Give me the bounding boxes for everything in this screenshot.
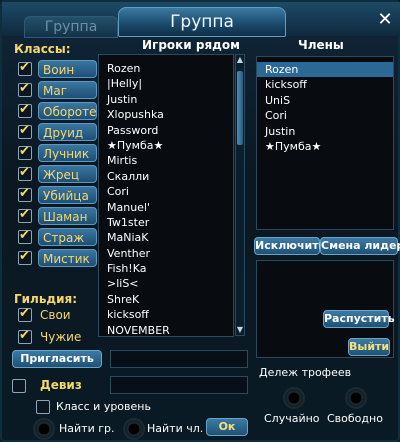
members-header: Члены <box>298 38 344 52</box>
class-checkbox[interactable] <box>18 228 32 244</box>
nearby-player-item[interactable]: Mirtis <box>99 153 233 168</box>
nearby-player-item[interactable]: MaNiaK <box>99 230 233 245</box>
scroll-thumb[interactable] <box>237 71 243 145</box>
class-level-checkbox[interactable] <box>36 400 50 414</box>
scroll-down-icon[interactable]: ▼ <box>235 325 245 335</box>
class-checkbox[interactable] <box>18 123 32 139</box>
member-item[interactable]: kicksoff <box>257 77 393 92</box>
member-item[interactable]: Cori <box>257 108 393 123</box>
invite-name-input[interactable] <box>110 350 248 368</box>
member-item[interactable]: Rozen <box>257 62 393 78</box>
class-filter-button[interactable]: Лучник <box>38 144 97 162</box>
close-icon[interactable]: ✕ <box>374 9 396 31</box>
guild-checkbox[interactable] <box>18 306 32 322</box>
loot-label: Дележ трофеев <box>259 366 352 379</box>
nearby-player-item[interactable]: ★Пумба★ <box>99 138 233 153</box>
loot-random-radio-icon[interactable] <box>285 389 303 407</box>
disband-button[interactable]: Распустить <box>323 310 395 328</box>
nearby-player-item[interactable]: Cori <box>99 184 233 199</box>
class-checkbox[interactable] <box>18 186 32 202</box>
find-group-label: Найти гр. <box>59 422 115 435</box>
find-member-radio-icon[interactable] <box>125 420 143 438</box>
class-checkbox[interactable] <box>18 144 32 160</box>
background-window-tab: Группа <box>24 16 118 38</box>
nearby-scrollbar[interactable]: ▲ ▼ <box>235 54 245 336</box>
class-filter-row[interactable]: Убийца <box>18 186 97 204</box>
group-window: Группа Группа ✕ Классы: Воин Маг Оборотень… <box>0 0 400 442</box>
class-filter-button[interactable]: Убийца <box>38 186 97 204</box>
classes-label: Классы: <box>14 42 71 56</box>
motto-checkbox[interactable] <box>12 379 26 393</box>
class-checkbox[interactable] <box>18 207 32 223</box>
class-filter-row[interactable]: Страж <box>18 228 97 246</box>
nearby-player-item[interactable]: |Helly| <box>99 76 233 91</box>
nearby-player-item[interactable]: Xlopushka <box>99 107 233 122</box>
guild-filter-row[interactable]: Чужие <box>18 328 81 346</box>
class-filter-button[interactable]: Оборотень <box>38 102 97 120</box>
class-filter-row[interactable]: Мистик <box>18 249 97 267</box>
leave-button[interactable]: Выйти <box>348 338 390 356</box>
nearby-player-item[interactable]: >liS< <box>99 276 233 291</box>
class-level-label: Класс и уровень <box>56 400 151 413</box>
nearby-player-item[interactable]: NOVEMBER <box>99 323 233 338</box>
invite-button[interactable]: Пригласить <box>12 350 102 368</box>
nearby-player-item[interactable]: ShreK <box>99 292 233 307</box>
class-filter-button[interactable]: Страж <box>38 228 97 246</box>
class-filter-button[interactable]: Мистик <box>38 249 97 267</box>
scroll-up-icon[interactable]: ▲ <box>235 55 245 65</box>
nearby-player-item[interactable]: Скалли <box>99 169 233 184</box>
class-filter-button[interactable]: Воин <box>38 60 97 78</box>
find-group-radio-icon[interactable] <box>35 420 53 438</box>
class-checkbox[interactable] <box>18 102 32 118</box>
nearby-player-item[interactable]: Venther <box>99 246 233 261</box>
guild-label: Гильдия: <box>14 292 78 306</box>
class-checkbox[interactable] <box>18 165 32 181</box>
kick-button[interactable]: Исключить <box>254 237 326 255</box>
class-filter-button[interactable]: Шаман <box>38 207 97 225</box>
nearby-player-item[interactable]: kicksoff <box>99 307 233 322</box>
guild-checkbox[interactable] <box>18 328 32 344</box>
class-filter-row[interactable]: Воин <box>18 60 97 78</box>
class-filter-row[interactable]: Друид <box>18 123 97 141</box>
class-filter-button[interactable]: Маг <box>38 81 97 99</box>
class-filter-button[interactable]: Жрец <box>38 165 97 183</box>
guild-filter-label: Чужие <box>40 330 82 344</box>
class-checkbox[interactable] <box>18 81 32 97</box>
motto-input[interactable] <box>110 376 248 394</box>
class-filter-row[interactable]: Шаман <box>18 207 97 225</box>
loot-free-label: Свободно <box>327 412 383 425</box>
class-filter-row[interactable]: Оборотень <box>18 102 97 120</box>
member-item[interactable]: Justin <box>257 124 393 139</box>
nearby-player-item[interactable]: Password <box>99 123 233 138</box>
class-filter-row[interactable]: Лучник <box>18 144 97 162</box>
nearby-player-item[interactable]: Fish!Ka <box>99 261 233 276</box>
change-leader-button[interactable]: Смена лидера <box>320 237 400 255</box>
class-checkbox[interactable] <box>18 60 32 76</box>
nearby-player-item[interactable]: Manuel' <box>99 200 233 215</box>
member-item[interactable]: UniS <box>257 93 393 108</box>
loot-free-radio-icon[interactable] <box>347 389 365 407</box>
nearby-player-item[interactable]: Rozen <box>99 61 233 76</box>
members-list[interactable]: Rozen kicksoff UniS Cori Justin ★Пумба★ <box>256 56 394 230</box>
member-item[interactable]: ★Пумба★ <box>257 139 393 154</box>
window-title: Группа <box>170 12 234 32</box>
nearby-players-list[interactable]: Rozen |Helly| Justin Xlopushka Password ★Пумб… <box>98 54 234 337</box>
nearby-players-header: Игроки рядом <box>142 38 240 52</box>
class-filter-row[interactable]: Жрец <box>18 165 97 183</box>
loot-random-label: Случайно <box>264 412 320 425</box>
class-filter-button[interactable]: Друид <box>38 123 97 141</box>
class-filter-row[interactable]: Маг <box>18 81 97 99</box>
motto-label: Девиз <box>40 378 82 392</box>
nearby-player-item[interactable]: Justin <box>99 92 233 107</box>
guild-filter-label: Свои <box>40 308 71 322</box>
nearby-player-item[interactable]: Tw1ster <box>99 215 233 230</box>
find-member-label: Найти чл. <box>147 422 204 435</box>
title-plate: Группа <box>118 7 286 37</box>
guild-filter-row[interactable]: Свои <box>18 306 71 324</box>
ok-button[interactable]: Ок <box>206 418 248 436</box>
class-checkbox[interactable] <box>18 249 32 265</box>
